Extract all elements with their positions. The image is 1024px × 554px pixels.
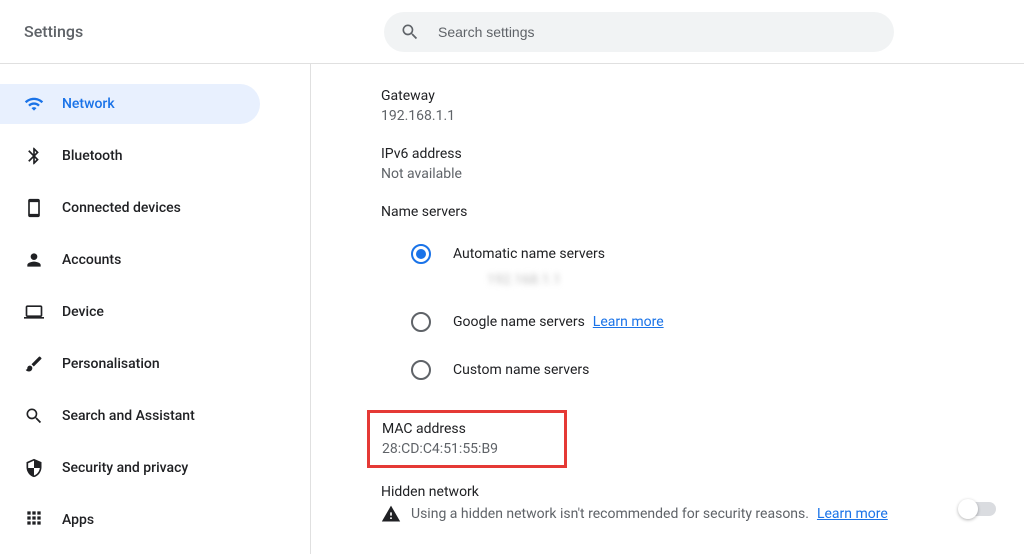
sidebar-item-security[interactable]: Security and privacy <box>0 448 260 488</box>
radio-label: Google name servers <box>453 314 585 330</box>
radio-option-custom[interactable]: Custom name servers <box>411 346 1000 394</box>
sidebar-item-label: Network <box>62 96 115 112</box>
laptop-icon <box>24 302 44 322</box>
warning-icon <box>381 504 401 524</box>
header: Settings <box>0 0 1024 64</box>
sidebar-item-device[interactable]: Device <box>0 292 260 332</box>
search-input[interactable] <box>438 24 878 40</box>
field-value: Not available <box>381 166 1000 182</box>
learn-more-link[interactable]: Learn more <box>817 506 888 522</box>
sidebar-item-label: Accounts <box>62 252 121 268</box>
sidebar-item-network[interactable]: Network <box>0 84 260 124</box>
field-label: Gateway <box>381 88 1000 104</box>
field-label: Name servers <box>381 204 1000 220</box>
search-icon <box>400 22 420 42</box>
learn-more-link[interactable]: Learn more <box>593 314 664 330</box>
radio-option-automatic[interactable]: Automatic name servers <box>411 230 1000 278</box>
hidden-network-toggle[interactable] <box>960 502 996 516</box>
apps-icon <box>24 508 44 532</box>
sidebar-item-label: Connected devices <box>62 200 181 216</box>
field-value: 192.168.1.1 <box>381 108 1000 124</box>
content-panel: Gateway 192.168.1.1 IPv6 address Not ava… <box>311 64 1024 554</box>
sidebar-item-label: Security and privacy <box>62 460 188 476</box>
sidebar-item-label: Personalisation <box>62 356 160 372</box>
field-hidden-network: Hidden network Using a hidden network is… <box>381 484 1000 524</box>
radio-label: Custom name servers <box>453 362 589 378</box>
radio-option-google[interactable]: Google name servers Learn more <box>411 298 1000 346</box>
field-name-servers: Name servers Automatic name servers 192.… <box>381 204 1000 394</box>
sidebar-item-accounts[interactable]: Accounts <box>0 240 260 280</box>
field-ipv6: IPv6 address Not available <box>381 146 1000 182</box>
sidebar-item-personalisation[interactable]: Personalisation <box>0 344 260 384</box>
wifi-icon <box>24 94 44 114</box>
search-bar[interactable] <box>384 12 894 52</box>
sidebar-item-search-assistant[interactable]: Search and Assistant <box>0 396 260 436</box>
search-icon <box>24 406 44 426</box>
brush-icon <box>24 354 44 374</box>
phone-icon <box>24 198 44 218</box>
sidebar-item-label: Bluetooth <box>62 148 123 164</box>
sidebar-item-apps[interactable]: Apps <box>0 500 260 540</box>
sidebar-item-label: Device <box>62 304 104 320</box>
shield-icon <box>24 458 44 478</box>
field-value: 28:CD:C4:51:55:B9 <box>382 441 552 457</box>
radio-label: Automatic name servers <box>453 246 605 262</box>
field-label: IPv6 address <box>381 146 1000 162</box>
mac-address-highlight: MAC address 28:CD:C4:51:55:B9 <box>367 410 567 468</box>
field-label: Hidden network <box>381 484 960 500</box>
sidebar: Network Bluetooth Connected devices Acco… <box>0 64 260 554</box>
sidebar-item-label: Apps <box>62 512 94 528</box>
bluetooth-icon <box>24 146 44 166</box>
radio-icon[interactable] <box>411 360 431 380</box>
field-gateway: Gateway 192.168.1.1 <box>381 88 1000 124</box>
field-label: MAC address <box>382 421 552 437</box>
person-icon <box>24 250 44 270</box>
warning-text: Using a hidden network isn't recommended… <box>411 506 809 522</box>
sidebar-item-connected-devices[interactable]: Connected devices <box>0 188 260 228</box>
radio-icon[interactable] <box>411 244 431 264</box>
blurred-value: 192.168.1.1 <box>487 272 1000 288</box>
page-title: Settings <box>24 22 384 41</box>
sidebar-item-label: Search and Assistant <box>62 408 195 424</box>
sidebar-item-bluetooth[interactable]: Bluetooth <box>0 136 260 176</box>
radio-icon[interactable] <box>411 312 431 332</box>
